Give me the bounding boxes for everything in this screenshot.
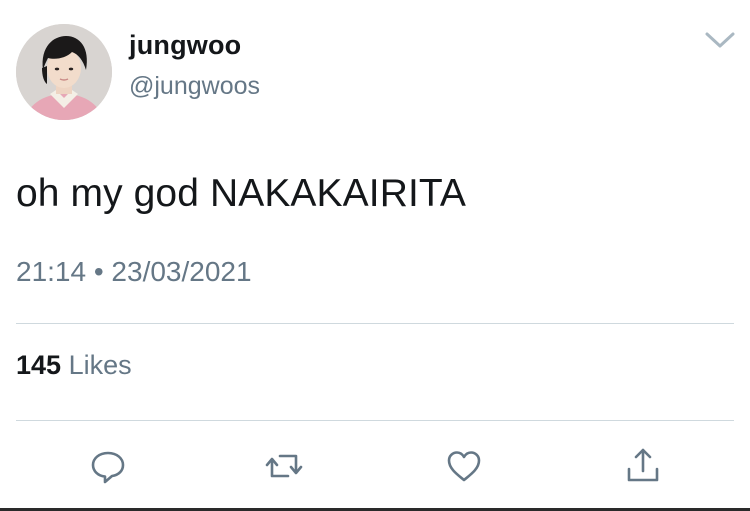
heart-icon[interactable] bbox=[444, 446, 484, 486]
share-icon[interactable] bbox=[623, 446, 663, 486]
divider bbox=[16, 323, 734, 324]
tweet-card: jungwoo @jungwoos oh my god NAKAKAIRITA … bbox=[0, 0, 750, 511]
retweet-icon[interactable] bbox=[264, 446, 304, 486]
tweet-timestamp[interactable]: 21:14 • 23/03/2021 bbox=[16, 256, 252, 288]
author-name[interactable]: jungwoo bbox=[129, 30, 241, 61]
likes-count: 145 bbox=[16, 350, 62, 380]
tweet-text: oh my god NAKAKAIRITA bbox=[16, 172, 467, 215]
likes-summary[interactable]: 145 Likes bbox=[16, 350, 132, 381]
likes-label: Likes bbox=[68, 350, 132, 380]
chevron-down-icon[interactable] bbox=[703, 28, 737, 52]
author-handle[interactable]: @jungwoos bbox=[129, 72, 260, 101]
avatar[interactable] bbox=[16, 24, 112, 120]
divider bbox=[16, 420, 734, 421]
reply-icon[interactable] bbox=[88, 446, 128, 486]
